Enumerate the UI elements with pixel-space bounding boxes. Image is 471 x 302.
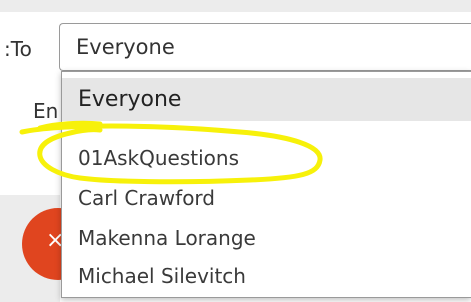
recipient-select-value: Everyone [76,35,175,59]
recipient-dropdown: Everyone 01AskQuestions Carl Crawford Ma… [61,71,471,298]
top-strip [0,0,471,12]
dropdown-option-michael-silevitch[interactable]: Michael Silevitch [62,256,471,296]
second-label: En [33,99,59,123]
dropdown-option-makenna-lorange[interactable]: Makenna Lorange [62,218,471,258]
dropdown-option-everyone[interactable]: Everyone [62,78,471,121]
dropdown-option-carl-crawford[interactable]: Carl Crawford [62,178,471,218]
to-label: To: [4,37,32,61]
recipient-select[interactable]: Everyone [59,23,471,71]
dropdown-option-01askquestions[interactable]: 01AskQuestions [62,138,471,178]
